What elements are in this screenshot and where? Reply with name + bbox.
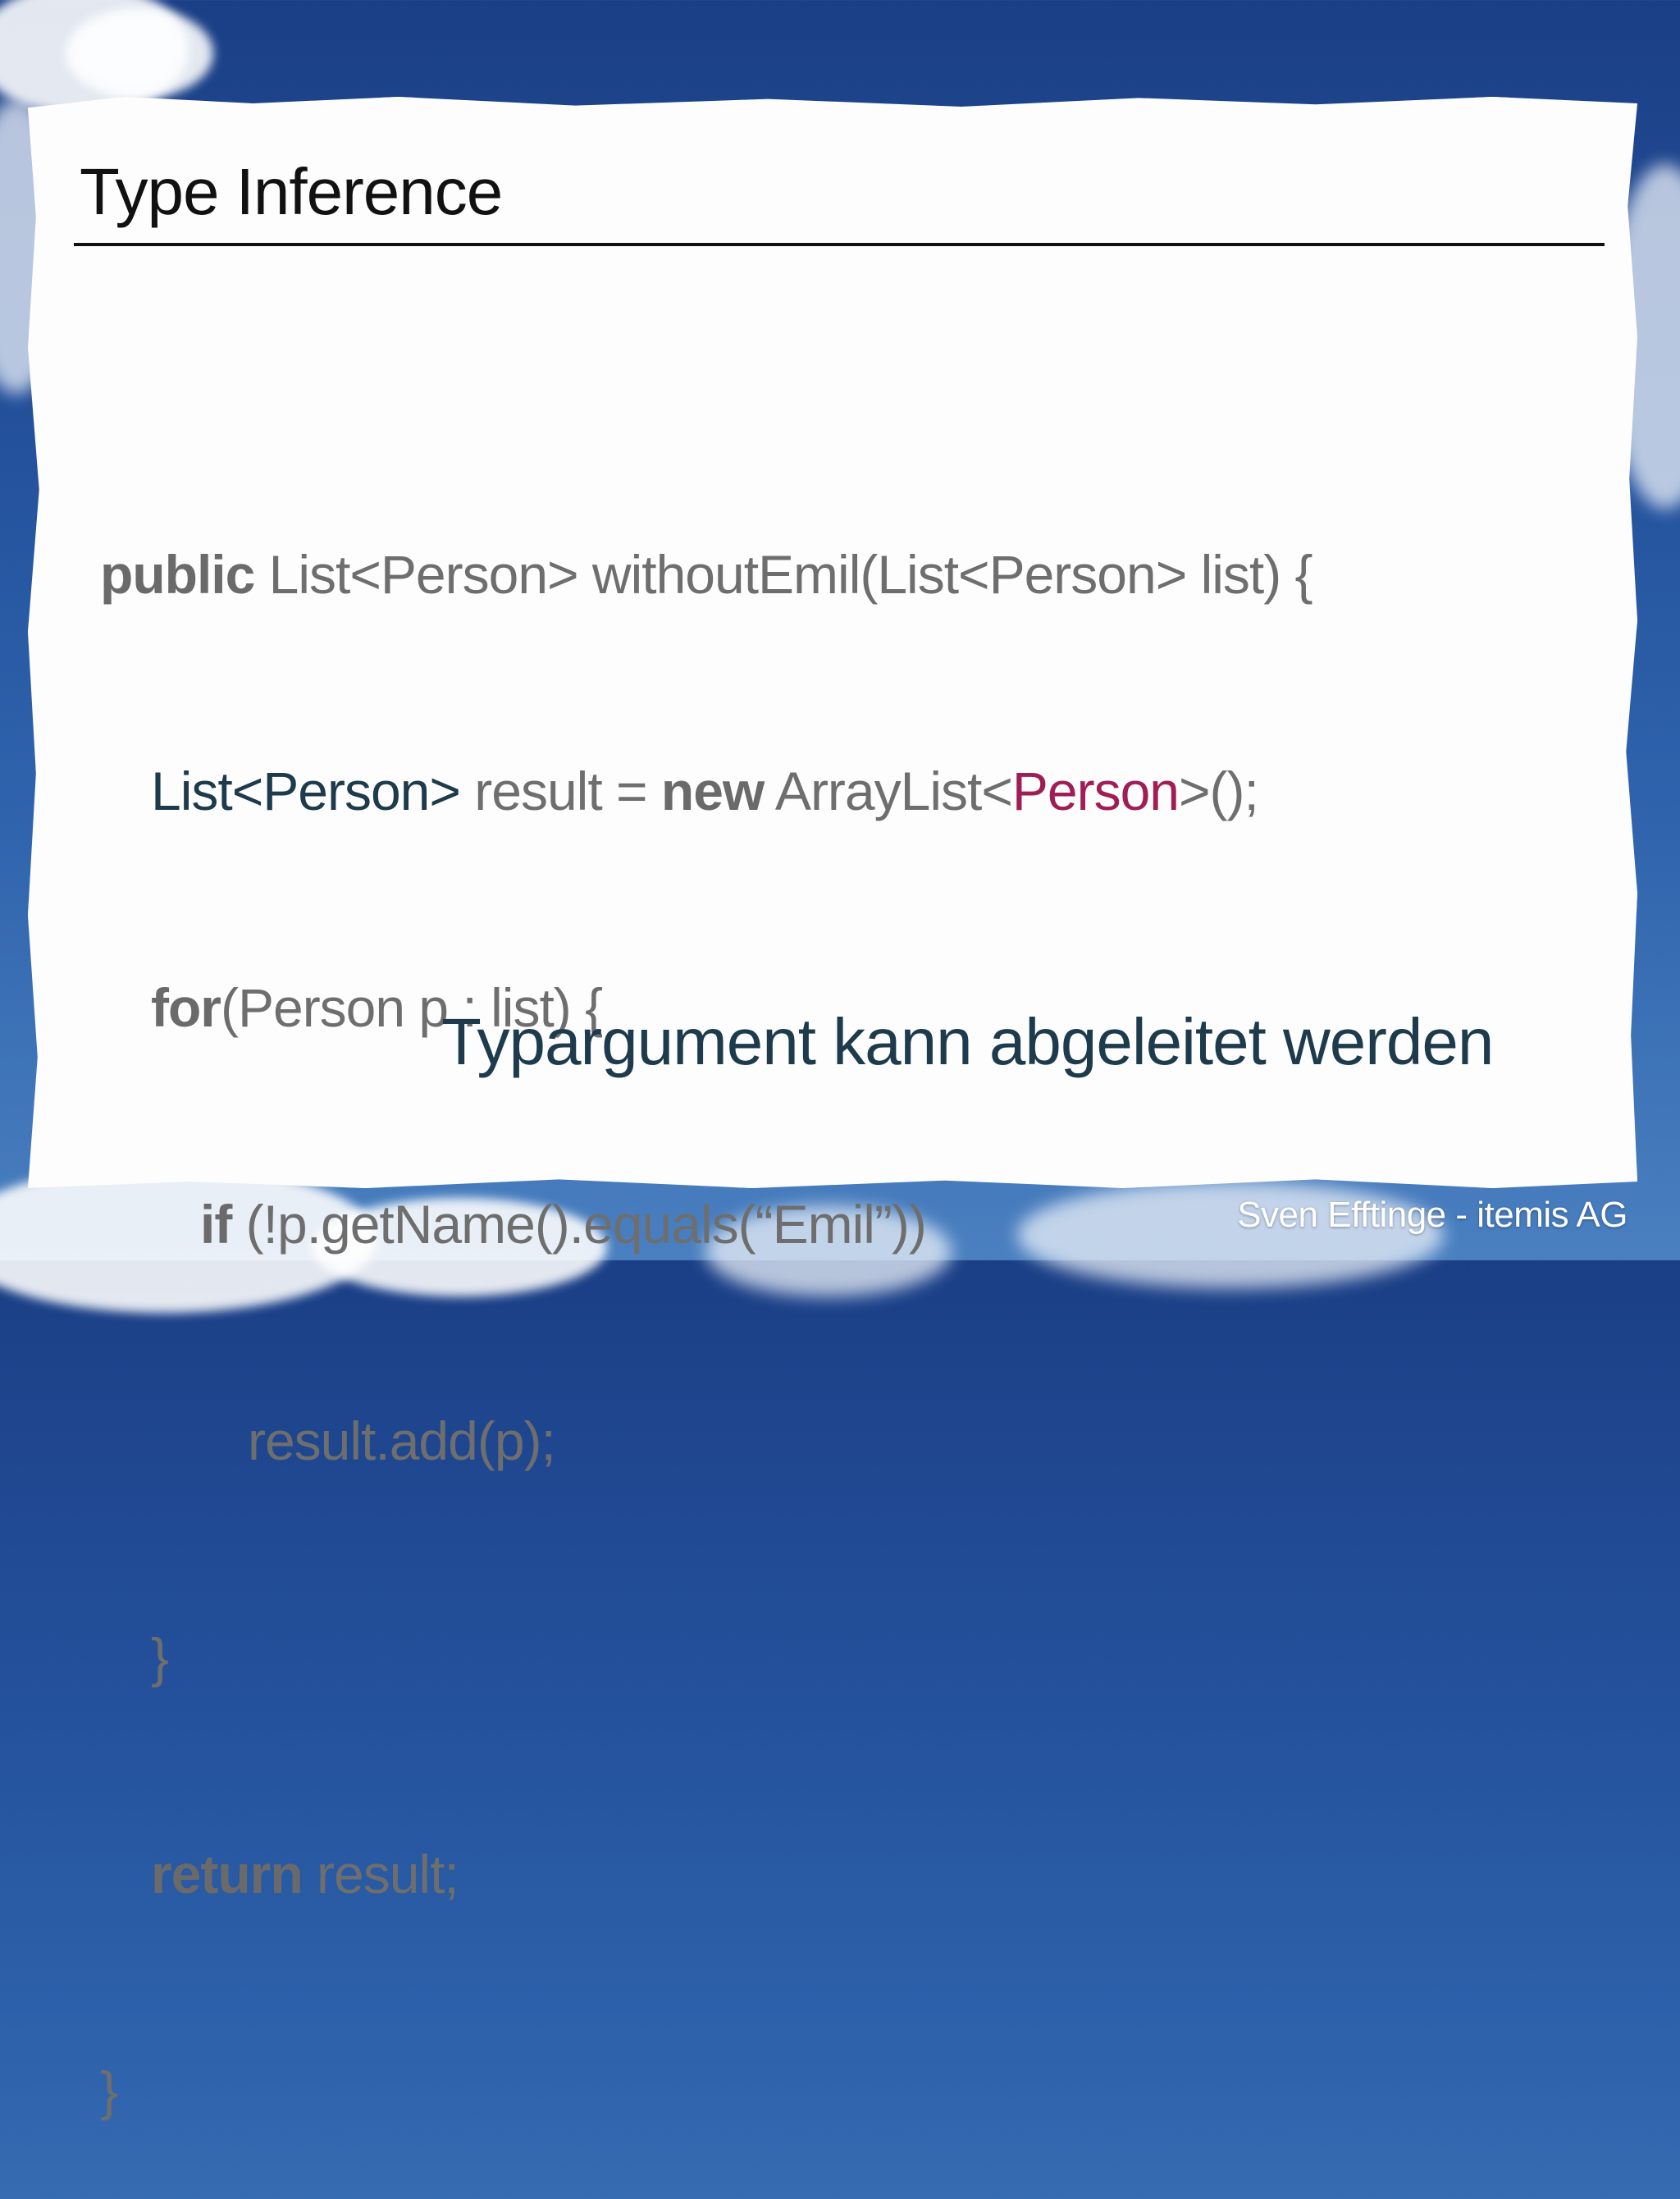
code-keyword: return (151, 1844, 304, 1904)
code-text: } (151, 1627, 169, 1688)
code-block: public List<Person> withoutEmil(List<Per… (100, 394, 1313, 2199)
code-keyword: new (660, 761, 765, 821)
code-text: (!p.getName().equals(“Emil”)) (231, 1194, 927, 1255)
code-keyword: public (100, 544, 255, 605)
cloud (66, 8, 213, 98)
code-text: >(); (1179, 761, 1259, 821)
code-text: ArrayList< (764, 761, 1013, 821)
slide-note: Typargument kann abgeleitet werden (441, 1005, 1494, 1078)
code-line: public List<Person> withoutEmil(List<Per… (100, 538, 1313, 610)
code-text: result.add(p); (248, 1410, 556, 1471)
type-argument-highlight: Person (1011, 761, 1180, 821)
code-text: } (100, 2060, 118, 2121)
code-line: } (100, 1621, 1312, 1694)
code-line: if (!p.getName().equals(“Emil”)) (100, 1188, 1312, 1260)
code-line: return result; (100, 1838, 1312, 1910)
code-keyword: for (151, 977, 221, 1038)
slide-title: Type Inference (80, 155, 503, 228)
title-divider (74, 243, 1605, 246)
code-line: List<Person> result = new ArrayList<Pers… (100, 755, 1312, 827)
code-keyword: if (200, 1194, 232, 1255)
code-line: result.add(p); (100, 1405, 1312, 1477)
slide-footer: Sven Efftinge - itemis AG (1237, 1195, 1628, 1235)
code-highlight: List<Person> (151, 761, 461, 821)
code-line: } (100, 2055, 1312, 2127)
code-text: List<Person> withoutEmil(List<Person> li… (254, 544, 1313, 605)
code-text: result = (459, 761, 661, 821)
code-text: result; (302, 1844, 459, 1904)
